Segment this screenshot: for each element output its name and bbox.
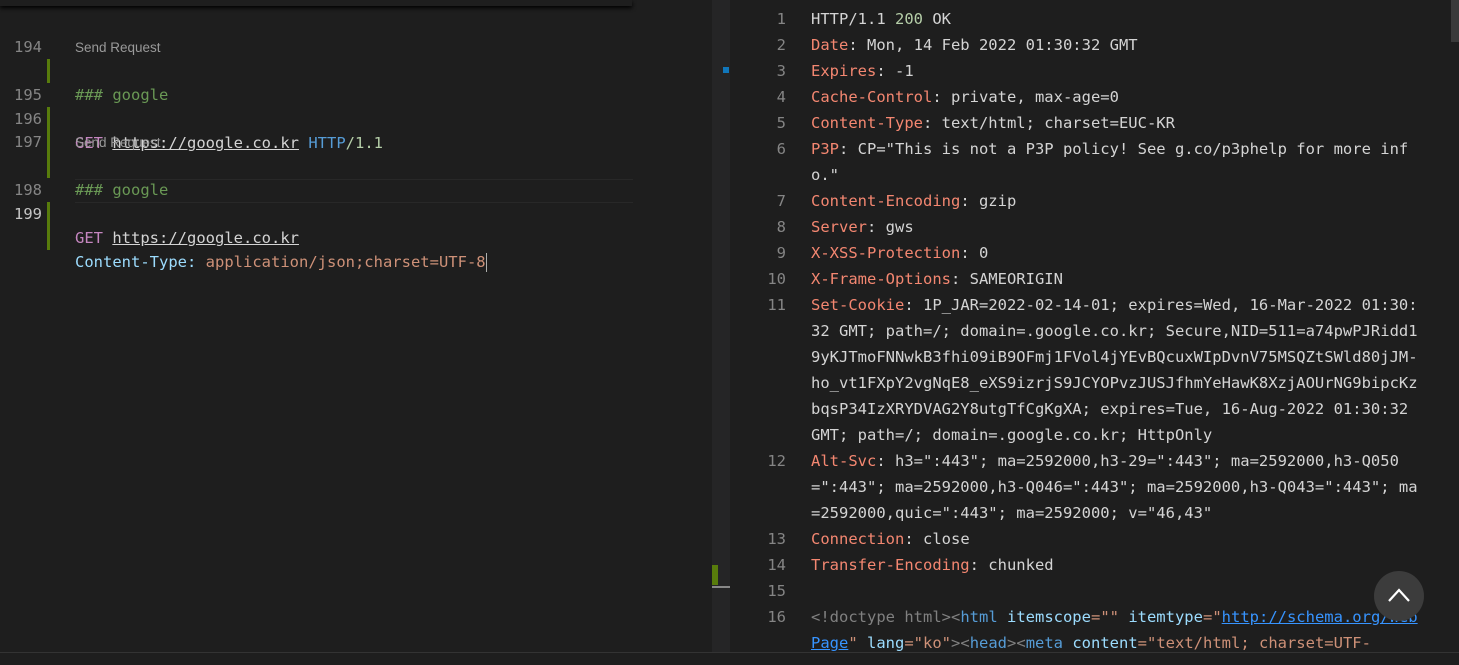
html-attr: lang — [857, 634, 905, 652]
header-value: : h3=":443"; ma=2592000,h3-29=":443"; ma… — [811, 452, 1418, 522]
send-request-codelens[interactable]: Send Request — [75, 38, 161, 58]
line-number: 2 — [776, 36, 786, 54]
header-value: : Mon, 14 Feb 2022 01:30:32 GMT — [848, 36, 1138, 54]
status-code: 200 — [895, 10, 923, 28]
header-name: Cache-Control — [811, 88, 933, 106]
line-number: 15 — [767, 582, 786, 600]
header-name: X-XSS-Protection — [811, 244, 961, 262]
header-value: : private, max-age=0 — [932, 88, 1119, 106]
header-value: application/json;charset=UTF-8 — [205, 253, 486, 271]
html-attr-value: " — [848, 634, 858, 652]
header-name: Content-Encoding — [811, 192, 961, 210]
header-value: : text/html; charset=EUC-KR — [922, 114, 1175, 132]
http-method: GET — [75, 229, 103, 247]
header-name: Connection — [811, 530, 905, 548]
header-name: Server — [811, 218, 867, 236]
editor-line[interactable]: 197 ### google — [0, 106, 712, 199]
header-name: Date — [811, 36, 849, 54]
line-number: 5 — [776, 114, 786, 132]
header-name: Content-Type — [811, 114, 923, 132]
header-key: Content-Type: — [75, 253, 197, 271]
header-name: X-Frame-Options — [811, 270, 951, 288]
header-value: : gws — [867, 218, 914, 236]
html-bracket: >< — [1007, 634, 1026, 652]
html-attr-value: ="ko" — [904, 634, 952, 652]
overview-ruler-marker — [723, 67, 729, 73]
header-value: : chunked — [969, 556, 1054, 574]
line-number: 13 — [767, 530, 786, 548]
line-number: 3 — [776, 62, 786, 80]
send-request-codelens[interactable]: Send Request — [75, 133, 161, 153]
header-value: : -1 — [876, 62, 914, 80]
request-editor[interactable]: 194 ### google Send Request 195 GET http… — [0, 0, 712, 664]
header-value: : SAMEORIGIN — [950, 270, 1063, 288]
line-number: 10 — [767, 270, 786, 288]
modified-marker — [47, 226, 50, 250]
html-tag: html — [960, 608, 998, 626]
line-number: 11 — [767, 296, 786, 314]
header-value: : CP="This is not a P3P policy! See g.co… — [811, 140, 1409, 184]
editor-scroll-shadow — [0, 0, 632, 6]
html-bracket: >< — [951, 634, 970, 652]
header-value: : gzip — [960, 192, 1017, 210]
header-name: Alt-Svc — [811, 452, 877, 470]
line-number: 6 — [776, 140, 786, 158]
http-protocol: HTTP — [308, 134, 346, 152]
line-number: 199 — [14, 205, 42, 223]
line-number: 9 — [776, 244, 786, 262]
header-value: : 0 — [960, 244, 989, 262]
header-value: : 1P_JAR=2022-02-14-01; expires=Wed, 16-… — [811, 296, 1418, 444]
vertical-scrollbar[interactable] — [1451, 0, 1459, 42]
editor-line[interactable]: 194 ### google — [0, 11, 712, 104]
html-tag: head — [969, 634, 1008, 652]
html-attr: itemtype — [1118, 608, 1203, 626]
line-number: 4 — [776, 88, 786, 106]
overview-ruler-change — [712, 565, 718, 585]
html-doctype: <!doctype html> — [811, 608, 951, 626]
line-number: 14 — [767, 556, 786, 574]
html-attr-value: ="" — [1090, 608, 1119, 626]
status-protocol: HTTP/1.1 — [811, 10, 895, 28]
line-number: 7 — [776, 192, 786, 210]
http-version: /1.1 — [345, 134, 383, 152]
editor-line[interactable]: 195 GET https://google.co.kr HTTP/1.1 — [0, 59, 712, 152]
editor-line-active[interactable]: 199 Content-Type: application/json;chars… — [0, 178, 712, 272]
html-bracket: < — [950, 608, 961, 626]
response-viewer[interactable]: 1 HTTP/1.1 200 OK 2 Date: Mon, 14 Feb 20… — [730, 0, 1459, 664]
header-name: Transfer-Encoding — [811, 556, 970, 574]
html-tag: meta — [1025, 634, 1064, 652]
modified-marker — [47, 131, 50, 155]
header-value: : close — [904, 530, 970, 548]
chevron-up-icon — [1388, 588, 1410, 602]
scroll-to-top-button[interactable] — [1374, 571, 1424, 621]
status-text: OK — [923, 10, 951, 28]
html-attr-value: ="text/html; charset=UTF- — [1137, 634, 1371, 652]
header-name: Expires — [811, 62, 877, 80]
modified-marker — [47, 202, 50, 226]
line-number: 16 — [767, 608, 786, 626]
html-attr: itemscope — [997, 608, 1091, 626]
horizontal-scrollbar[interactable] — [0, 652, 1459, 665]
html-attr: content — [1063, 634, 1138, 652]
html-attr-value: =" — [1202, 608, 1222, 626]
line-number: 12 — [767, 452, 786, 470]
line-number: 194 — [14, 38, 42, 56]
line-number: 197 — [14, 133, 42, 151]
line-number: 8 — [776, 218, 786, 236]
editor-line[interactable]: 198 GET https://google.co.kr — [0, 154, 712, 247]
overview-ruler-slider — [712, 586, 730, 588]
header-name: Set-Cookie — [811, 296, 905, 314]
line-number: 1 — [776, 10, 786, 28]
text-cursor — [485, 253, 487, 272]
header-name: P3P — [811, 140, 839, 158]
editor-line[interactable]: 196 — [0, 83, 712, 155]
request-url-link[interactable]: https://google.co.kr — [112, 229, 299, 247]
